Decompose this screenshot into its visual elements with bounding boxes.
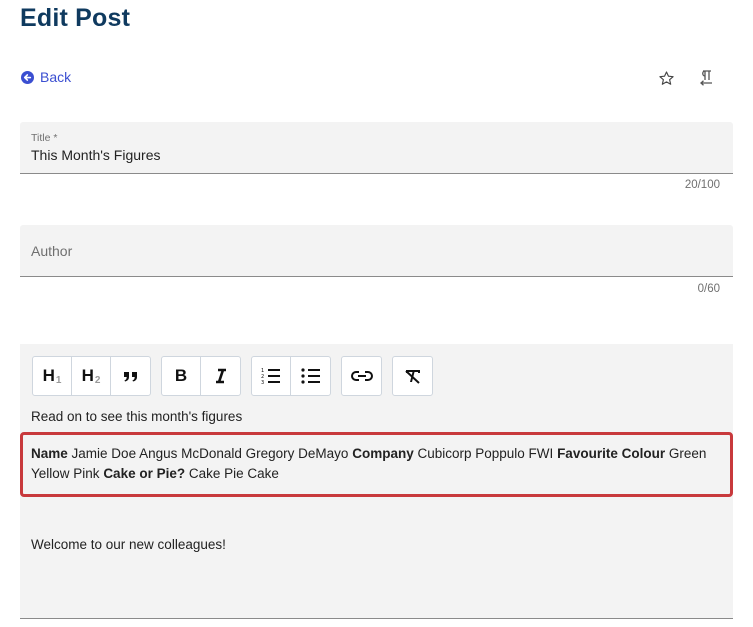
author-input[interactable]: Author: [31, 243, 72, 259]
author-field[interactable]: Author: [20, 225, 733, 277]
link-icon: [350, 371, 373, 381]
list-group: 1 2 3: [251, 356, 331, 396]
editor-intro-paragraph[interactable]: Read on to see this month's figures: [31, 409, 242, 424]
link-button[interactable]: [342, 357, 381, 395]
arrow-left-circle-icon: [21, 70, 34, 84]
col-values-name: Jamie Doe Angus McDonald Gregory DeMayo: [71, 446, 349, 461]
rich-text-editor[interactable]: H1 H2 B 1 2 3 Read on to see this month'…: [20, 344, 733, 619]
heading-2-icon: H2: [81, 366, 101, 386]
col-values-cake: Cake Pie Cake: [188, 466, 279, 481]
back-label: Back: [40, 69, 72, 85]
col-header-name: Name: [31, 446, 68, 461]
title-label: Title *: [31, 132, 58, 144]
bold-icon: B: [174, 366, 188, 385]
favorite-button[interactable]: [657, 69, 675, 87]
back-link[interactable]: Back: [21, 69, 71, 85]
svg-text:3: 3: [261, 380, 264, 385]
inline-format-group: B: [161, 356, 241, 396]
link-group: [341, 356, 382, 396]
clear-formatting-icon: [404, 370, 420, 384]
bullet-list-icon: [300, 368, 320, 384]
pilcrow-rtl-icon: [700, 70, 712, 86]
bold-button[interactable]: B: [162, 357, 201, 395]
ordered-list-button[interactable]: 1 2 3: [252, 357, 291, 395]
table-block-highlighted[interactable]: Name Jamie Doe Angus McDonald Gregory De…: [20, 432, 733, 497]
ordered-list-icon: 1 2 3: [261, 368, 280, 385]
col-header-company: Company: [352, 446, 414, 461]
editor-toolbar: H1 H2 B 1 2 3: [32, 356, 433, 396]
clear-formatting-button[interactable]: [393, 357, 432, 395]
col-header-colour: Favourite Colour: [557, 446, 666, 461]
heading-1-icon: H1: [42, 366, 62, 386]
clear-group: [392, 356, 433, 396]
title-field[interactable]: Title * This Month's Figures: [20, 122, 733, 174]
italic-button[interactable]: [201, 357, 240, 395]
star-outline-icon: [658, 70, 674, 85]
col-values-company: Cubicorp Poppulo FWI: [417, 446, 554, 461]
col-header-cake: Cake or Pie?: [103, 466, 186, 481]
title-char-counter: 20/100: [684, 179, 720, 191]
bullet-list-button[interactable]: [291, 357, 330, 395]
italic-icon: [215, 368, 226, 384]
author-char-counter: 0/60: [697, 283, 720, 295]
text-direction-button[interactable]: [697, 69, 715, 87]
heading-1-button[interactable]: H1: [33, 357, 72, 395]
page-title: Edit Post: [20, 4, 131, 32]
blockquote-button[interactable]: [111, 357, 150, 395]
block-format-group: H1 H2: [32, 356, 151, 396]
quote-icon: [123, 372, 137, 382]
title-input[interactable]: This Month's Figures: [31, 147, 161, 163]
editor-closing-paragraph[interactable]: Welcome to our new colleagues!: [31, 537, 226, 552]
heading-2-button[interactable]: H2: [72, 357, 111, 395]
